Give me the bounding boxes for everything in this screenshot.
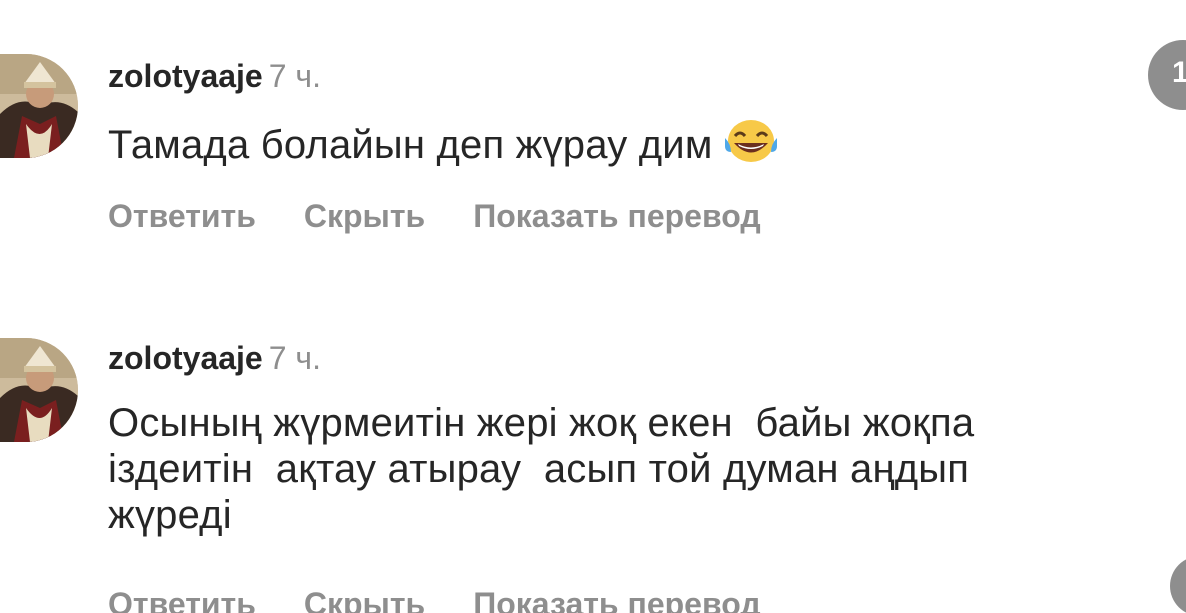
- comment-actions: Ответить Скрыть Показать перевод: [108, 584, 809, 613]
- comment-text-line: іздеитін ақтау атырау асып той думан аңд…: [108, 447, 970, 491]
- hide-button[interactable]: Скрыть: [304, 586, 425, 613]
- username[interactable]: zolotyaaje: [108, 340, 263, 376]
- show-translation-button[interactable]: Показать перевод: [473, 586, 760, 613]
- avatar[interactable]: [0, 338, 78, 442]
- avatar-image: [0, 338, 78, 442]
- comment-header: zolotyaaje 7 ч.: [108, 338, 321, 378]
- like-count-badge-text: 1: [1172, 56, 1186, 89]
- reply-button[interactable]: Ответить: [108, 586, 256, 613]
- comment-text-line: жүреді: [108, 493, 232, 537]
- comment-text: Осының жүрмеитін жері жоқ екен байы жоқп…: [108, 400, 1186, 538]
- comment-2: zolotyaaje 7 ч. Осының жүрмеитін жері жоқ…: [0, 0, 1186, 613]
- timestamp: 7 ч.: [268, 340, 321, 376]
- comment-text-line: Осының жүрмеитін жері жоқ екен байы жоқп…: [108, 401, 975, 445]
